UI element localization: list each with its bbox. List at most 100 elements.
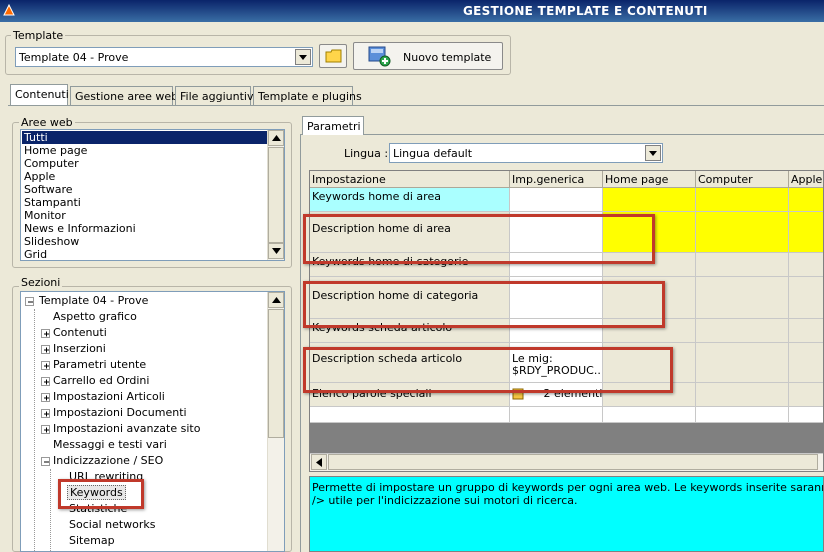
expand-icon[interactable] — [41, 425, 50, 434]
expand-icon[interactable] — [41, 393, 50, 402]
grid-hscrollbar[interactable] — [310, 453, 823, 471]
list-item[interactable]: Grid — [22, 248, 268, 260]
scroll-up-button[interactable] — [268, 130, 284, 146]
tree-root[interactable]: Template 04 - Prove — [25, 293, 148, 309]
table-row-name[interactable]: Description home di area — [310, 212, 510, 253]
table-cell[interactable] — [603, 383, 696, 407]
list-item[interactable]: Home page — [22, 144, 268, 157]
list-item[interactable]: Slideshow — [22, 235, 268, 248]
tree-item[interactable]: Indicizzazione / SEO — [41, 453, 163, 469]
tree-item[interactable]: Carrello ed Ordini — [41, 373, 149, 389]
table-cell[interactable] — [696, 383, 789, 407]
table-cell-generic[interactable] — [510, 277, 603, 319]
table-cell[interactable] — [603, 319, 696, 343]
tab-contenuti[interactable]: Contenuti — [10, 84, 69, 106]
template-select[interactable]: Template 04 - Prove — [15, 47, 313, 67]
sezioni-scrollbar[interactable] — [267, 292, 284, 551]
tree-item[interactable]: Aspetto grafico — [53, 309, 137, 325]
parameters-grid[interactable]: Impostazione Imp.generica Home page Comp… — [309, 170, 824, 472]
list-item[interactable]: Apple — [22, 170, 268, 183]
table-cell[interactable] — [696, 212, 789, 253]
column-header[interactable]: Imp.generica — [510, 171, 603, 188]
tree-item[interactable]: URL rewriting — [69, 469, 143, 485]
expand-icon[interactable] — [41, 345, 50, 354]
table-row-name[interactable]: Description home di categoria — [310, 277, 510, 319]
table-cell[interactable] — [789, 383, 823, 407]
new-template-button[interactable]: Nuovo template — [353, 42, 503, 70]
column-header[interactable]: Apple — [789, 171, 823, 188]
list-item[interactable]: Computer — [22, 157, 268, 170]
table-cell[interactable] — [603, 277, 696, 319]
table-cell-generic[interactable]: 2 elementi — [510, 383, 603, 407]
expand-icon[interactable] — [41, 329, 50, 338]
scroll-thumb[interactable] — [268, 309, 284, 438]
tab-parametri[interactable]: Parametri — [302, 116, 364, 135]
tree-item[interactable]: Impostazioni avanzate sito — [41, 421, 200, 437]
list-item[interactable]: Stampanti — [22, 196, 268, 209]
tab-gestione-aree-web[interactable]: Gestione aree web — [70, 86, 178, 106]
table-cell[interactable] — [603, 343, 696, 383]
collapse-icon[interactable] — [25, 297, 34, 306]
table-cell[interactable] — [603, 253, 696, 277]
app-icon[interactable] — [2, 3, 16, 17]
table-cell[interactable] — [696, 277, 789, 319]
tree-item[interactable]: Statistiche — [69, 501, 127, 517]
table-cell[interactable] — [696, 188, 789, 212]
tree-item[interactable]: Social networks — [69, 517, 156, 533]
table-cell-generic[interactable] — [510, 253, 603, 277]
table-cell-generic[interactable]: Le mig: $RDY_PRODUC... — [510, 343, 603, 383]
column-header[interactable]: Computer — [696, 171, 789, 188]
tab-file-aggiuntivi[interactable]: File aggiuntivi — [175, 86, 257, 106]
tree-item[interactable]: Sitemap — [69, 533, 115, 549]
list-item[interactable]: News e Informazioni — [22, 222, 268, 235]
tree-item[interactable]: Impostazioni Articoli — [41, 389, 165, 405]
tab-template-e-plugins[interactable]: Template e plugins — [253, 86, 362, 106]
table-row-name[interactable]: Keywords home di area — [310, 188, 510, 212]
table-cell[interactable] — [696, 343, 789, 383]
collapse-icon[interactable] — [41, 457, 50, 466]
tree-item[interactable]: Contenuti — [41, 325, 107, 341]
table-row-name[interactable]: Keywords scheda articolo — [310, 319, 510, 343]
expand-icon[interactable] — [41, 409, 50, 418]
tree-item-keywords[interactable]: Keywords — [67, 485, 126, 500]
aree-web-scrollbar[interactable] — [267, 130, 284, 260]
table-row-name[interactable]: Elenco parole speciali — [310, 383, 510, 407]
table-cell[interactable] — [696, 319, 789, 343]
chevron-down-icon[interactable] — [295, 49, 311, 65]
table-cell[interactable] — [789, 319, 823, 343]
table-row-name[interactable]: Description scheda articolo — [310, 343, 510, 383]
tree-item[interactable]: Inserzioni — [41, 341, 106, 357]
tree-item[interactable]: Parametri utente — [41, 357, 146, 373]
scroll-thumb[interactable] — [328, 454, 818, 470]
table-row-name[interactable]: Keywords home di categorie — [310, 253, 510, 277]
list-item[interactable]: Tutti — [22, 131, 268, 144]
table-cell[interactable] — [789, 188, 823, 212]
list-item[interactable]: Monitor — [22, 209, 268, 222]
column-header[interactable]: Impostazione — [310, 171, 510, 188]
tree-item[interactable]: Impostazioni Documenti — [41, 405, 187, 421]
sezioni-tree[interactable]: Template 04 - Prove Aspetto grafico Cont… — [20, 291, 285, 552]
table-cell-generic[interactable] — [510, 319, 603, 343]
scroll-left-button[interactable] — [311, 454, 327, 470]
expand-icon[interactable] — [41, 361, 50, 370]
list-item[interactable]: Software — [22, 183, 268, 196]
lingua-select[interactable]: Lingua default — [389, 143, 663, 163]
table-cell[interactable] — [696, 253, 789, 277]
scroll-up-button[interactable] — [268, 292, 284, 308]
aree-web-list[interactable]: Tutti Home page Computer Apple Software … — [20, 129, 285, 261]
table-cell[interactable] — [603, 188, 696, 212]
chevron-down-icon[interactable] — [645, 145, 661, 161]
expand-icon[interactable] — [41, 377, 50, 386]
table-cell[interactable] — [789, 212, 823, 253]
table-cell[interactable] — [603, 212, 696, 253]
table-cell[interactable] — [789, 343, 823, 383]
column-header[interactable]: Home page — [603, 171, 696, 188]
table-cell-generic[interactable] — [510, 188, 603, 212]
table-cell-generic[interactable] — [510, 212, 603, 253]
table-cell[interactable] — [789, 253, 823, 277]
scroll-down-button[interactable] — [268, 243, 284, 259]
tree-item[interactable]: Messaggi e testi vari — [53, 437, 167, 453]
open-folder-button[interactable] — [319, 44, 347, 68]
scroll-thumb[interactable] — [268, 147, 284, 243]
table-cell[interactable] — [789, 277, 823, 319]
